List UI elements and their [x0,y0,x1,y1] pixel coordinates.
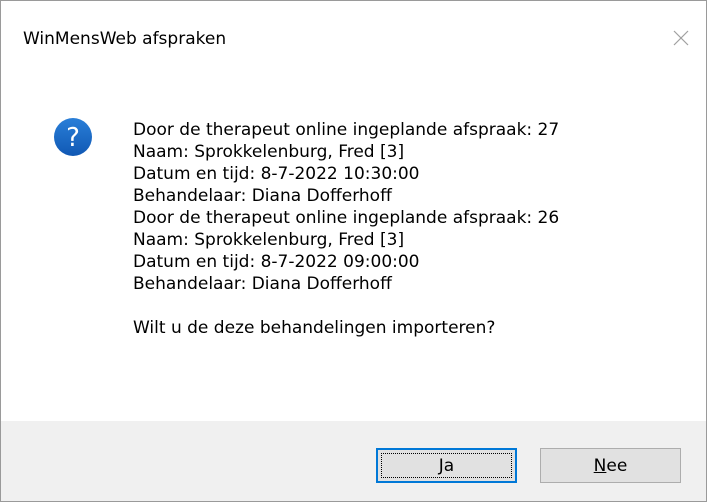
message-line: Door de therapeut online ingeplande afsp… [133,120,560,140]
no-button[interactable]: Nee [540,448,681,483]
title-bar[interactable]: WinMensWeb afspraken [1,1,706,67]
window-title: WinMensWeb afspraken [23,29,227,49]
message-line: Datum en tijd: 8-7-2022 10:30:00 [133,164,420,184]
message-line: Behandelaar: Diana Dofferhoff [133,274,392,294]
message-line: Naam: Sprokkelenburg, Fred [3] [133,142,405,162]
message-line: Datum en tijd: 8-7-2022 09:00:00 [133,252,420,272]
message-line: Door de therapeut online ingeplande afsp… [133,208,560,228]
close-icon [673,30,689,46]
button-bar: Ja Nee [1,421,706,501]
dialog-content: ? Door de therapeut online ingeplande af… [1,67,706,421]
yes-button[interactable]: Ja [376,448,517,483]
message-text: Door de therapeut online ingeplande afsp… [133,119,693,339]
yes-button-label: Ja [438,455,455,476]
message-line: Behandelaar: Diana Dofferhoff [133,186,392,206]
confirmation-question: Wilt u de deze behandelingen importeren? [133,318,496,338]
message-line: Naam: Sprokkelenburg, Fred [3] [133,230,405,250]
no-button-label: Nee [593,455,628,476]
svg-text:?: ? [66,123,80,153]
close-button[interactable] [660,19,702,57]
question-icon: ? [53,117,93,157]
message-dialog: WinMensWeb afspraken ? Door de therapeut… [0,0,707,502]
